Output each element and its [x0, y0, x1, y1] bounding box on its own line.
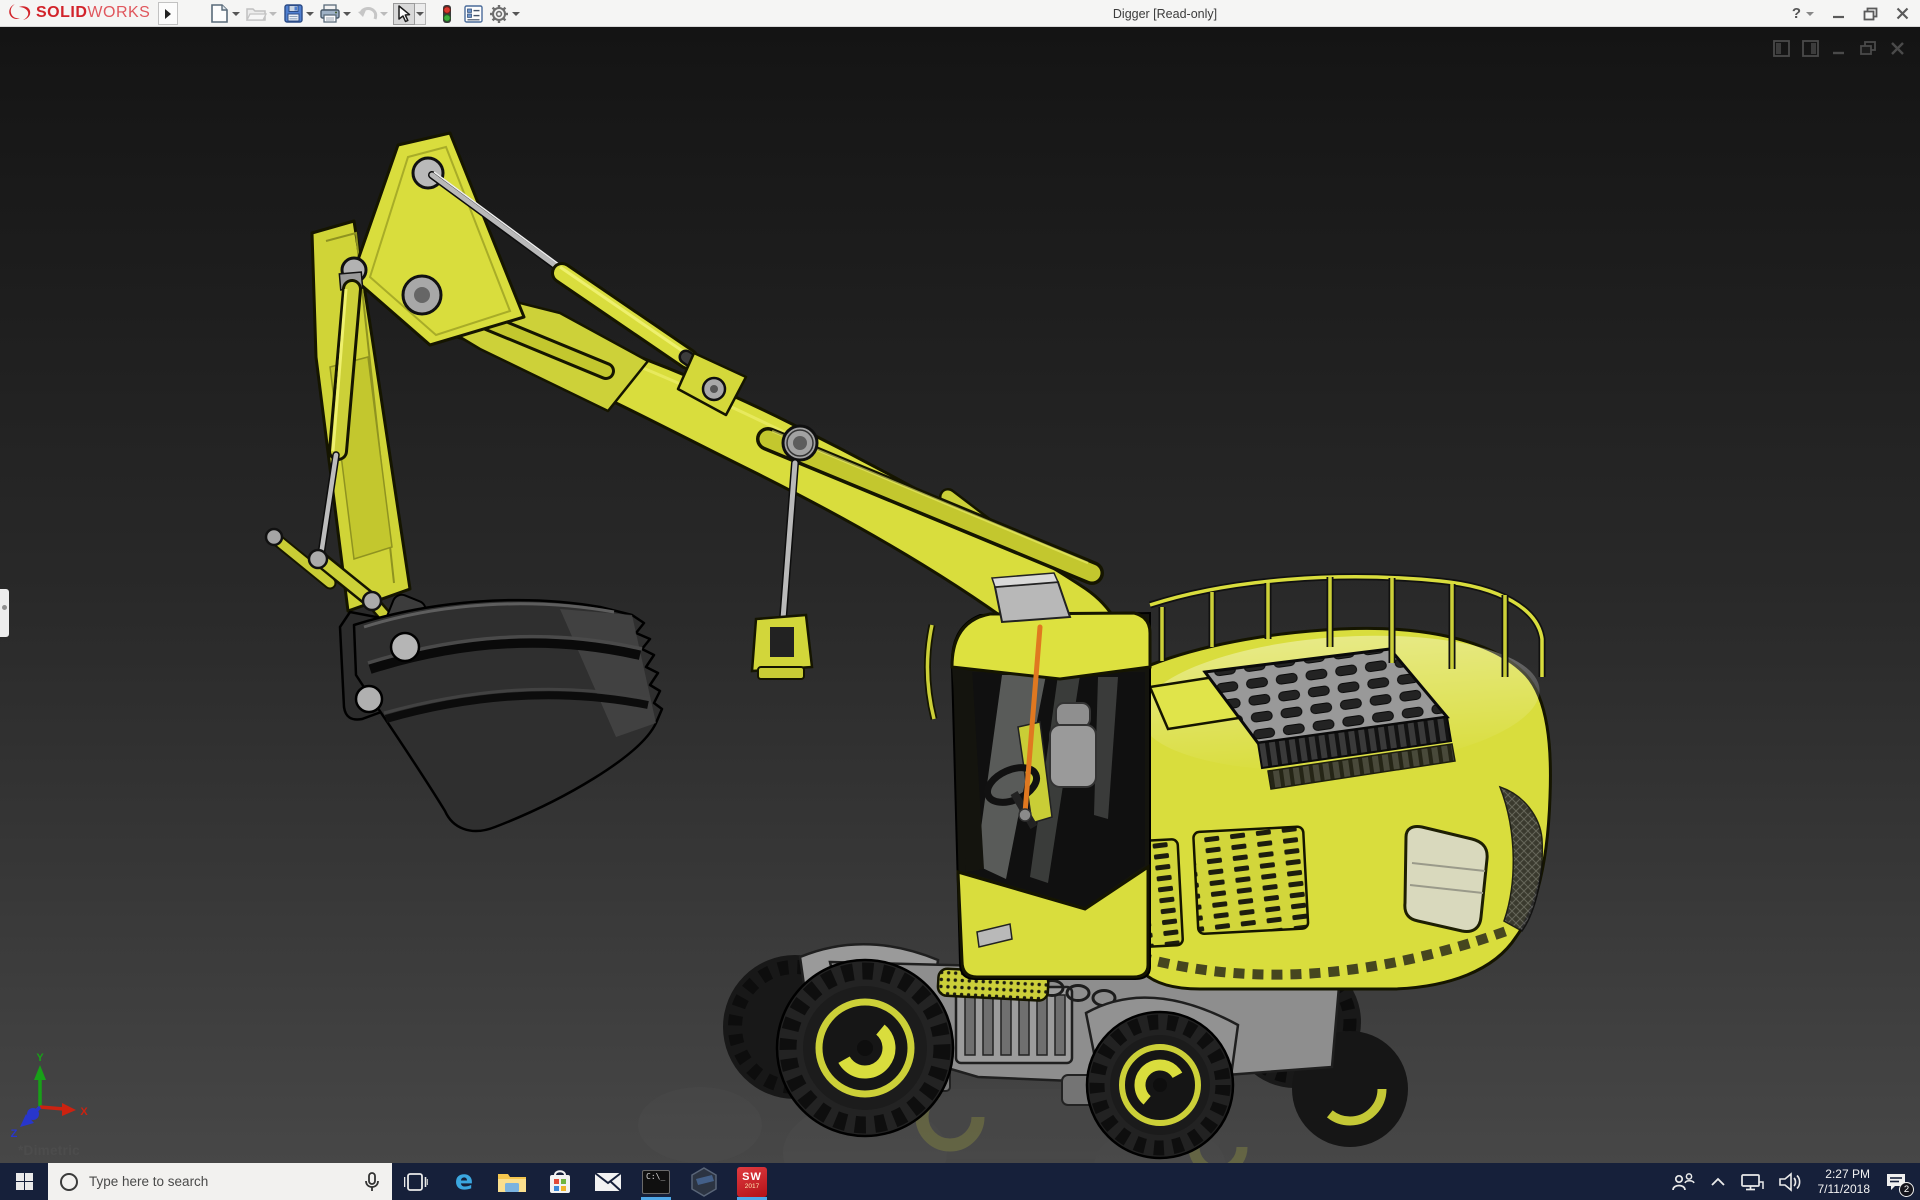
network-icon[interactable] — [1740, 1173, 1764, 1191]
taskbar-edge[interactable]: e — [440, 1163, 488, 1200]
tray-time: 2:27 PM — [1825, 1166, 1870, 1181]
brand-bold: SOLID — [36, 4, 88, 21]
save-dropdown[interactable] — [304, 3, 315, 25]
undo-arrow-icon — [356, 3, 378, 25]
titlebar: SOLIDWORKS Digger [Read-only] ? — [0, 0, 1920, 27]
notification-badge: 2 — [1899, 1181, 1914, 1197]
taskbar-clock[interactable]: 2:27 PM 7/11/2018 — [1818, 1167, 1871, 1197]
windows-taskbar: Type here to search e C:\_ SW 2017 2:27 … — [0, 1163, 1920, 1200]
options-dropdown[interactable] — [510, 3, 521, 25]
front-left-wheel[interactable] — [775, 958, 955, 1138]
traffic-light-icon — [436, 3, 458, 25]
brand-light: WORKS — [87, 4, 151, 21]
new-document-dropdown[interactable] — [230, 3, 241, 25]
ds-logo-icon — [9, 4, 31, 20]
print-dropdown[interactable] — [341, 3, 352, 25]
taskbar-search[interactable]: Type here to search — [48, 1163, 392, 1200]
microphone-icon[interactable] — [364, 1171, 380, 1193]
people-icon[interactable] — [1670, 1172, 1696, 1192]
quick-access-toolbar — [206, 0, 523, 27]
print-icon — [319, 3, 341, 25]
taskbar-command-prompt[interactable]: C:\_ — [632, 1163, 680, 1200]
graphics-viewport[interactable]: Y X Z *Dimetric — [0, 27, 1920, 1163]
edge-icon: e — [454, 1165, 474, 1196]
mail-icon — [594, 1171, 622, 1192]
taskbar-hexagon-app[interactable] — [680, 1163, 728, 1200]
action-center-button[interactable]: 2 — [1884, 1170, 1914, 1197]
select-dropdown[interactable] — [415, 2, 426, 25]
excavator-model[interactable]: Y X Z — [0, 27, 1920, 1163]
document-title: Digger [Read-only] — [1112, 7, 1218, 21]
gear-icon — [488, 3, 510, 25]
new-document-icon — [208, 3, 230, 25]
reference-triad: Y X Z — [11, 1052, 89, 1140]
undo-button — [354, 0, 391, 27]
taskbar-store[interactable] — [536, 1163, 584, 1200]
rebuild-button[interactable] — [434, 0, 460, 27]
windows-logo-icon — [15, 1173, 33, 1190]
new-document-button[interactable] — [206, 0, 243, 27]
orientation-label: *Dimetric — [18, 1143, 80, 1158]
expand-arrow-icon — [165, 8, 171, 19]
open-folder-icon — [245, 3, 267, 25]
select-cursor-icon — [393, 2, 415, 25]
file-properties-button[interactable] — [460, 0, 486, 27]
bucket[interactable] — [338, 592, 664, 833]
cab[interactable] — [924, 572, 1152, 980]
save-floppy-icon — [282, 3, 304, 25]
print-button[interactable] — [317, 0, 354, 27]
triad-z-label: Z — [11, 1128, 18, 1140]
open-dropdown — [267, 3, 278, 25]
cortana-icon — [60, 1172, 78, 1191]
chevron-up-icon[interactable] — [1710, 1177, 1726, 1187]
tray-date: 7/11/2018 — [1817, 1181, 1871, 1196]
select-tool-button[interactable] — [391, 0, 428, 27]
taskbar-file-explorer[interactable] — [488, 1163, 536, 1200]
search-placeholder: Type here to search — [89, 1174, 209, 1189]
start-button[interactable] — [0, 1163, 48, 1200]
expand-toolbar-button[interactable] — [158, 2, 178, 25]
help-button[interactable]: ? — [1792, 5, 1801, 22]
close-button[interactable] — [1894, 6, 1910, 22]
file-properties-icon — [462, 3, 484, 25]
solidworks-logo: SOLIDWORKS — [7, 3, 150, 23]
triad-y-label: Y — [36, 1052, 44, 1064]
minimize-button[interactable] — [1830, 6, 1846, 22]
options-button[interactable] — [486, 0, 523, 27]
front-right-wheel[interactable] — [1085, 1010, 1235, 1160]
help-dropdown[interactable] — [1806, 11, 1814, 16]
save-button[interactable] — [280, 0, 317, 27]
open-button[interactable] — [243, 0, 280, 27]
system-tray: 2:27 PM 7/11/2018 2 — [1670, 1163, 1920, 1200]
restore-button[interactable] — [1862, 6, 1878, 22]
app-window-controls: ? — [1792, 0, 1910, 27]
triad-x-label: X — [80, 1106, 88, 1118]
taskbar-mail[interactable] — [584, 1163, 632, 1200]
task-view-button[interactable] — [392, 1163, 440, 1200]
store-icon — [550, 1169, 570, 1193]
command-prompt-icon: C:\_ — [642, 1169, 670, 1194]
task-view-icon — [404, 1172, 428, 1191]
solidworks-2017-icon: SW 2017 — [737, 1166, 767, 1197]
taskbar-solidworks[interactable]: SW 2017 — [728, 1163, 776, 1200]
file-explorer-icon — [498, 1173, 526, 1192]
undo-dropdown — [378, 3, 389, 25]
hexagon-app-icon — [691, 1166, 717, 1197]
volume-icon[interactable] — [1778, 1171, 1804, 1192]
